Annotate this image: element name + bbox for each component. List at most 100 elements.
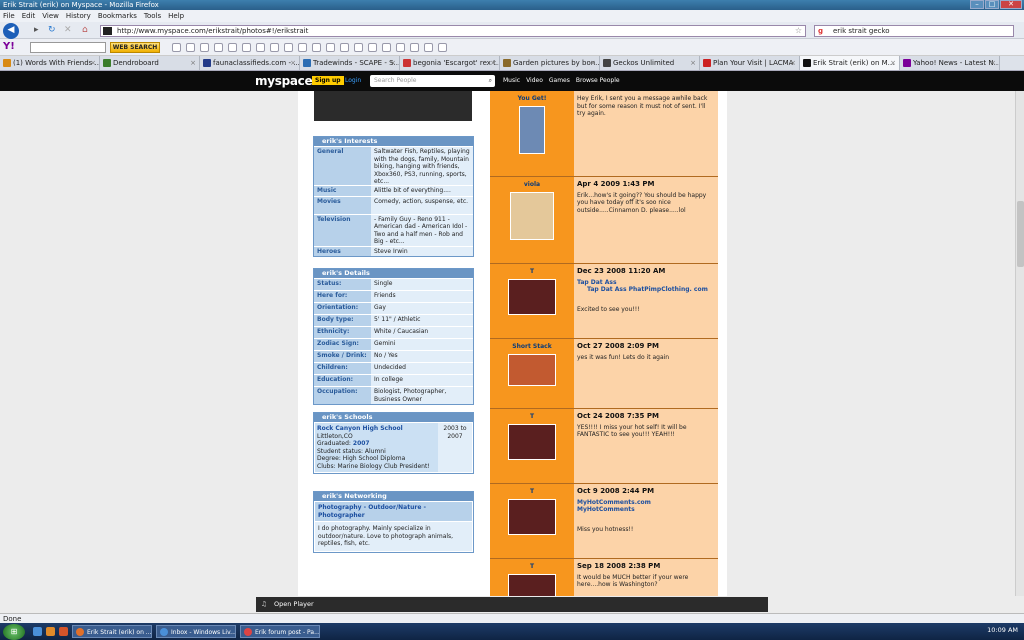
menu-view[interactable]: View: [42, 10, 59, 22]
comment-link[interactable]: Tap Dat Ass PhatPimpClothing. com: [587, 286, 715, 294]
school-name-link[interactable]: Rock Canyon High School: [317, 425, 436, 433]
commenter-name-link[interactable]: You Get!: [490, 95, 574, 102]
toolbar-icon[interactable]: [186, 43, 195, 52]
close-tab-icon[interactable]: ×: [690, 56, 696, 70]
taskbar-item-inbox[interactable]: Inbox - Windows Liv...: [156, 625, 236, 638]
nav-video[interactable]: Video: [526, 77, 543, 84]
reload-icon[interactable]: ↻: [48, 25, 56, 35]
tab-tradewinds[interactable]: Tradewinds - SCAPE - S... ×: [300, 56, 400, 70]
toolbar-icon[interactable]: [438, 43, 447, 52]
web-search-button[interactable]: WEB SEARCH: [110, 42, 160, 53]
quick-launch-icon[interactable]: [33, 627, 42, 636]
toolbar-icon[interactable]: [340, 43, 349, 52]
login-link[interactable]: Login: [345, 77, 361, 84]
url-bar[interactable]: http://www.myspace.com/erikstrait/photos…: [100, 25, 806, 37]
myspace-logo[interactable]: myspace: [255, 74, 313, 88]
toolbar-icon[interactable]: [382, 43, 391, 52]
comment-link[interactable]: MyHotComments.com: [577, 499, 715, 507]
commenter-avatar[interactable]: [508, 574, 556, 596]
toolbar-icon[interactable]: [410, 43, 419, 52]
graduated-year-link[interactable]: 2007: [353, 440, 370, 447]
taskbar-item-forum-post[interactable]: Erik forum post - Pa...: [240, 625, 320, 638]
menu-help[interactable]: Help: [168, 10, 184, 22]
taskbar-item-firefox[interactable]: Erik Strait (erik) on ...: [72, 625, 152, 638]
close-tab-icon[interactable]: ×: [290, 56, 296, 70]
scrollbar-thumb[interactable]: [1017, 201, 1024, 267]
tab-lacma[interactable]: Plan Your Visit | LACMA ×: [700, 56, 800, 70]
close-tab-icon[interactable]: ×: [390, 56, 396, 70]
toolbar-icon[interactable]: [396, 43, 405, 52]
quick-launch-icon[interactable]: [46, 627, 55, 636]
commenter-name-link[interactable]: T: [490, 268, 574, 275]
search-people-input[interactable]: Search People ⌕: [370, 75, 495, 87]
tab-begonia[interactable]: begonia 'Escargot' rex t... ×: [400, 56, 500, 70]
commenter-name-link[interactable]: T: [490, 488, 574, 495]
tab-faunaclassifieds[interactable]: faunaclassifieds.com - ... ×: [200, 56, 300, 70]
commenter-avatar[interactable]: [508, 499, 556, 535]
close-tab-icon[interactable]: ×: [90, 56, 96, 70]
start-button[interactable]: ⊞: [3, 623, 25, 640]
page-scrollbar[interactable]: [1015, 91, 1024, 596]
toolbar-icon[interactable]: [368, 43, 377, 52]
toolbar-icon[interactable]: [312, 43, 321, 52]
nav-music[interactable]: Music: [503, 77, 520, 84]
commenter-avatar[interactable]: [519, 106, 545, 154]
tab-erik-strait-myspace[interactable]: Erik Strait (erik) on M... ×: [800, 56, 900, 70]
comment-link[interactable]: Tap Dat Ass: [577, 279, 715, 287]
close-tab-icon[interactable]: ×: [490, 56, 496, 70]
commenter-name-link[interactable]: T: [490, 563, 574, 570]
tab-words-with-friends[interactable]: (1) Words With Friends ... ×: [0, 56, 100, 70]
toolbar-icon[interactable]: [326, 43, 335, 52]
menu-bookmarks[interactable]: Bookmarks: [98, 10, 137, 22]
search-icon[interactable]: ⌕: [489, 75, 492, 87]
comment-link[interactable]: MyHotComments: [577, 506, 715, 514]
commenter-avatar[interactable]: [510, 192, 554, 240]
toolbar-icon[interactable]: [256, 43, 265, 52]
search-bar[interactable]: g erik strait gecko: [814, 25, 1014, 37]
nav-browse-people[interactable]: Browse People: [576, 77, 620, 84]
open-player-bar[interactable]: ♫ Open Player: [256, 597, 768, 612]
toolbar-icon[interactable]: [228, 43, 237, 52]
maximize-button[interactable]: □: [985, 0, 999, 9]
commenter-name-link[interactable]: T: [490, 413, 574, 420]
back-icon[interactable]: ◀: [3, 23, 19, 39]
yahoo-search-input[interactable]: [30, 42, 106, 53]
close-tab-icon[interactable]: ×: [190, 56, 196, 70]
commenter-avatar[interactable]: [508, 354, 556, 386]
commenter-name-link[interactable]: viola: [490, 181, 574, 188]
menu-tools[interactable]: Tools: [144, 10, 161, 22]
toolbar-icon[interactable]: [172, 43, 181, 52]
home-icon[interactable]: ⌂: [82, 25, 88, 35]
menu-file[interactable]: File: [3, 10, 15, 22]
toolbar-icon[interactable]: [354, 43, 363, 52]
toolbar-icon[interactable]: [214, 43, 223, 52]
close-tab-icon[interactable]: ×: [590, 56, 596, 70]
tab-dendroboard[interactable]: Dendroboard ×: [100, 56, 200, 70]
close-button[interactable]: ✕: [1000, 0, 1022, 9]
close-tab-icon[interactable]: ×: [990, 56, 996, 70]
bookmark-star-icon[interactable]: ☆: [795, 26, 802, 36]
menu-edit[interactable]: Edit: [22, 10, 36, 22]
system-clock[interactable]: 10:09 AM: [987, 626, 1018, 634]
tab-garden-pictures[interactable]: Garden pictures by bon... ×: [500, 56, 600, 70]
tab-geckos-unlimited[interactable]: Geckos Unlimited ×: [600, 56, 700, 70]
close-tab-icon[interactable]: ×: [890, 56, 896, 70]
close-tab-icon[interactable]: ×: [790, 56, 796, 70]
toolbar-icon[interactable]: [284, 43, 293, 52]
tab-yahoo-news[interactable]: Yahoo! News - Latest N... ×: [900, 56, 1000, 70]
networking-field-link[interactable]: Photography - Outdoor/Nature - Photograp…: [315, 502, 472, 521]
commenter-avatar[interactable]: [508, 424, 556, 460]
toolbar-icon[interactable]: [424, 43, 433, 52]
minimize-button[interactable]: –: [970, 0, 984, 9]
forward-icon[interactable]: ▸: [34, 25, 39, 35]
toolbar-icon[interactable]: [242, 43, 251, 52]
firefox-icon[interactable]: [59, 627, 68, 636]
toolbar-icon[interactable]: [270, 43, 279, 52]
nav-games[interactable]: Games: [549, 77, 570, 84]
stop-icon[interactable]: ✕: [64, 25, 72, 35]
yahoo-logo-icon[interactable]: Y!: [3, 41, 15, 52]
menu-history[interactable]: History: [66, 10, 91, 22]
sign-up-button[interactable]: Sign up: [312, 76, 344, 85]
toolbar-icon[interactable]: [200, 43, 209, 52]
commenter-name-link[interactable]: Short Stack: [490, 343, 574, 350]
